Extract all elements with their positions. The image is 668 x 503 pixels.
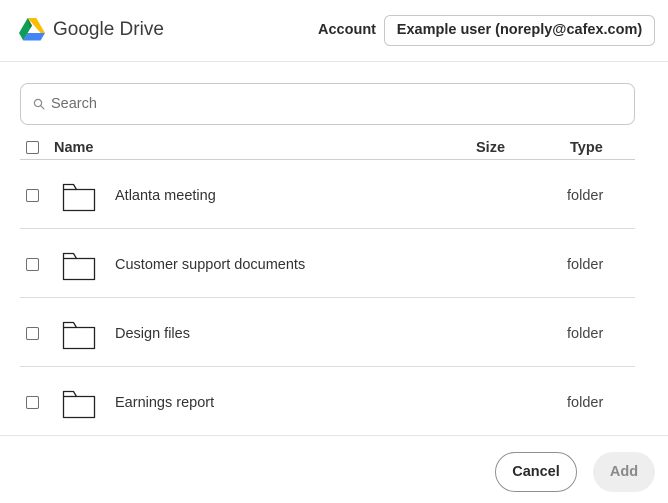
table-row[interactable]: Atlanta meeting folder (20, 160, 635, 229)
row-name: Atlanta meeting (115, 188, 216, 204)
column-header-size[interactable]: Size (476, 140, 505, 156)
table-row[interactable]: Design files folder (20, 298, 635, 367)
row-checkbox[interactable] (26, 396, 39, 409)
account-button[interactable]: Example user (noreply@cafex.com) (384, 15, 655, 46)
row-type: folder (567, 188, 604, 204)
row-name: Design files (115, 326, 190, 342)
row-type: folder (567, 395, 604, 411)
cancel-button[interactable]: Cancel (495, 452, 577, 492)
table-row[interactable]: Earnings report folder (20, 367, 635, 436)
table-header: Name Size Type (20, 136, 635, 160)
folder-icon (62, 321, 96, 350)
account-label: Account (318, 22, 376, 38)
row-name: Customer support documents (115, 257, 306, 273)
row-checkbox[interactable] (26, 189, 39, 202)
column-header-type[interactable]: Type (570, 140, 603, 156)
file-table: Name Size Type Atlanta meeting folder Cu… (20, 136, 635, 436)
folder-icon (62, 390, 96, 419)
row-type: folder (567, 257, 604, 273)
header: Google Drive Account Example user (norep… (0, 0, 668, 62)
google-drive-logo-icon (19, 18, 45, 41)
search-input[interactable] (51, 84, 621, 124)
row-name: Earnings report (115, 395, 215, 411)
footer-divider (0, 435, 668, 436)
row-checkbox[interactable] (26, 258, 39, 271)
row-type: folder (567, 326, 604, 342)
row-checkbox[interactable] (26, 327, 39, 340)
app-title: Google Drive (53, 19, 164, 40)
column-header-name[interactable]: Name (54, 140, 94, 156)
select-all-checkbox[interactable] (26, 141, 39, 154)
folder-icon (62, 183, 96, 212)
folder-icon (62, 252, 96, 281)
table-row[interactable]: Customer support documents folder (20, 229, 635, 298)
add-button[interactable]: Add (593, 452, 655, 492)
search-box[interactable] (20, 83, 635, 125)
search-icon (33, 98, 45, 110)
